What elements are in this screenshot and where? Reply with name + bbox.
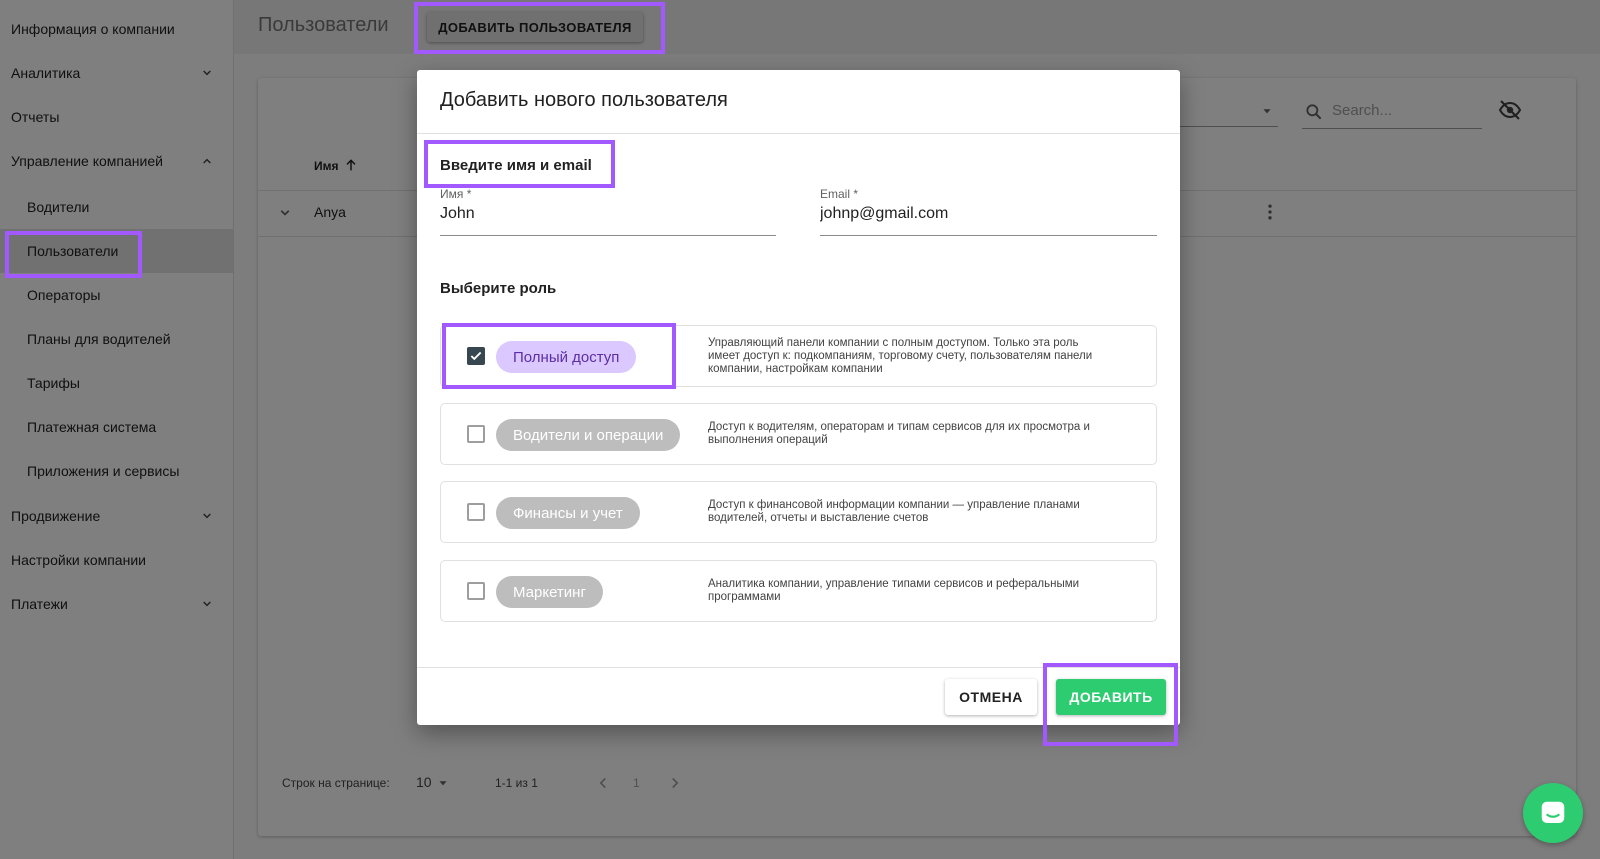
email-input[interactable]	[820, 205, 1157, 223]
role-option-marketing[interactable]: Маркетинг Аналитика компании, управление…	[440, 560, 1157, 622]
role-checkbox[interactable]	[467, 503, 485, 521]
role-description: Доступ к финансовой информации компании …	[708, 499, 1080, 524]
role-description: Доступ к водителям, операторам и типам с…	[708, 421, 1090, 446]
role-section-label: Выберите роль	[440, 280, 557, 297]
email-field[interactable]: Email *	[820, 187, 1157, 236]
role-chip: Водители и операции	[496, 419, 681, 451]
role-checkbox[interactable]	[467, 425, 485, 443]
role-description: Управляющий панели компании с полным дос…	[708, 337, 1093, 375]
role-option-full-access[interactable]: Полный доступ Управляющий панели компани…	[440, 325, 1157, 387]
role-chip: Маркетинг	[496, 576, 603, 608]
divider	[417, 667, 1180, 668]
role-checkbox[interactable]	[467, 582, 485, 600]
divider	[417, 133, 1180, 134]
email-field-label: Email *	[820, 187, 859, 201]
add-user-dialog: Добавить нового пользователя Введите имя…	[417, 70, 1180, 725]
role-chip: Полный доступ	[496, 341, 637, 373]
checkmark-icon	[470, 351, 482, 361]
chat-button[interactable]	[1523, 783, 1583, 843]
name-input[interactable]	[440, 205, 776, 223]
role-checkbox[interactable]	[467, 347, 485, 365]
role-option-drivers-operations[interactable]: Водители и операции Доступ к водителям, …	[440, 403, 1157, 465]
dialog-title: Добавить нового пользователя	[440, 89, 728, 111]
role-chip: Финансы и учет	[496, 497, 640, 529]
chat-icon	[1541, 801, 1565, 823]
name-field[interactable]: Имя *	[440, 187, 776, 236]
submit-add-button[interactable]: ДОБАВИТЬ	[1056, 679, 1166, 715]
cancel-button[interactable]: ОТМЕНА	[945, 679, 1037, 715]
name-email-section-label: Введите имя и email	[440, 157, 592, 174]
name-field-label: Имя *	[440, 187, 472, 201]
role-option-finance[interactable]: Финансы и учет Доступ к финансовой инфор…	[440, 481, 1157, 543]
role-description: Аналитика компании, управление типами се…	[708, 578, 1080, 603]
